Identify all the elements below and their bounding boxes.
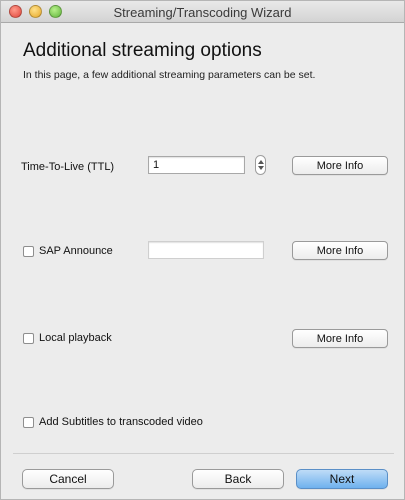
title-bar: Streaming/Transcoding Wizard — [1, 1, 404, 23]
back-button[interactable]: Back — [192, 469, 284, 489]
sap-announce-label: SAP Announce — [39, 245, 113, 257]
sap-announce-checkbox[interactable] — [23, 246, 34, 257]
page-title: Additional streaming options — [23, 40, 262, 61]
local-playback-checkbox[interactable] — [23, 333, 34, 344]
ttl-input[interactable]: 1 — [148, 156, 245, 174]
stepper-down-icon[interactable] — [258, 166, 264, 170]
window-title: Streaming/Transcoding Wizard — [113, 5, 292, 20]
page-description: In this page, a few additional streaming… — [23, 69, 316, 81]
sap-announce-input[interactable] — [148, 241, 264, 259]
cancel-button[interactable]: Cancel — [22, 469, 114, 489]
add-subtitles-label: Add Subtitles to transcoded video — [39, 416, 203, 428]
ttl-label: Time-To-Live (TTL) — [21, 161, 115, 173]
add-subtitles-checkbox[interactable] — [23, 417, 34, 428]
stepper-up-icon[interactable] — [258, 160, 264, 164]
next-button[interactable]: Next — [296, 469, 388, 489]
ttl-stepper[interactable] — [255, 155, 266, 175]
ttl-more-info-button[interactable]: More Info — [292, 156, 388, 175]
local-playback-more-info-button[interactable]: More Info — [292, 329, 388, 348]
wizard-window: Streaming/Transcoding Wizard Additional … — [0, 0, 405, 500]
sap-more-info-button[interactable]: More Info — [292, 241, 388, 260]
local-playback-label: Local playback — [39, 332, 112, 344]
footer-divider — [13, 453, 394, 454]
